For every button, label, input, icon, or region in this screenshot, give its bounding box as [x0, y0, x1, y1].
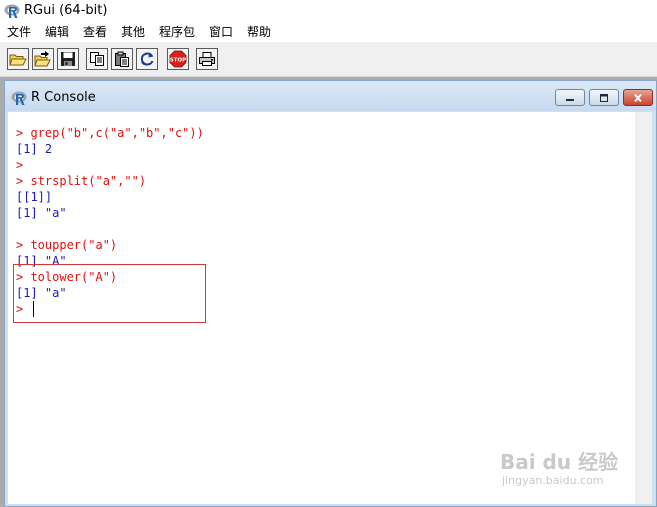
- menu-file[interactable]: 文件: [7, 24, 31, 40]
- r-logo-icon: [11, 91, 27, 105]
- refresh-icon: [140, 52, 154, 66]
- menu-help[interactable]: 帮助: [247, 24, 271, 40]
- open-script-button[interactable]: [7, 48, 29, 70]
- open-folder-icon: [9, 54, 27, 66]
- printer-icon: [199, 52, 215, 66]
- save-workspace-button[interactable]: [57, 48, 79, 70]
- console-title: R Console: [31, 90, 96, 105]
- menu-edit[interactable]: 编辑: [45, 24, 69, 40]
- console-line: > grep("b",c("a","b","c")): [16, 126, 204, 140]
- highlight-annotation-box: [13, 264, 206, 323]
- console-line: [1] 2: [16, 142, 53, 156]
- console-line: [[1]]: [16, 190, 53, 204]
- print-button[interactable]: [196, 48, 218, 70]
- menu-windows[interactable]: 窗口: [209, 24, 233, 40]
- maximize-button[interactable]: [589, 89, 619, 106]
- menu-view[interactable]: 查看: [83, 24, 107, 40]
- copy-icon: [90, 52, 104, 66]
- load-workspace-button[interactable]: [32, 48, 54, 70]
- minimize-button[interactable]: [555, 89, 585, 106]
- toolbar: STOP: [0, 42, 657, 77]
- vertical-scrollbar[interactable]: [635, 112, 652, 504]
- app-titlebar: RGui (64-bit): [0, 0, 657, 22]
- copy-paste-button[interactable]: [136, 48, 158, 70]
- load-workspace-icon: [34, 51, 51, 67]
- close-button[interactable]: [623, 89, 653, 106]
- menu-misc[interactable]: 其他: [121, 24, 145, 40]
- menu-packages[interactable]: 程序包: [159, 24, 195, 40]
- paste-button[interactable]: [111, 48, 133, 70]
- console-titlebar[interactable]: R Console: [5, 81, 656, 111]
- console-line: >: [16, 158, 24, 172]
- minimize-icon: [566, 98, 574, 101]
- watermark-url: jingyan.baidu.com: [502, 474, 604, 487]
- app-title: RGui (64-bit): [24, 3, 108, 18]
- console-line: > strsplit("a",""): [16, 174, 147, 188]
- stop-sign-icon: STOP: [169, 50, 187, 68]
- save-disk-icon: [61, 52, 75, 66]
- r-console-window: R Console > grep("b",c("a","b","c")) [1]…: [4, 80, 657, 507]
- console-line: > toupper("a"): [16, 238, 118, 252]
- close-icon: [634, 93, 642, 102]
- console-line: [1] "a": [16, 206, 67, 220]
- stop-label: STOP: [170, 58, 186, 64]
- stop-button[interactable]: STOP: [167, 48, 189, 70]
- r-logo-icon: [4, 4, 20, 18]
- paste-icon: [115, 51, 129, 67]
- watermark-logo: Bai du 经验: [500, 450, 619, 474]
- watermark: Bai du 经验 jingyan.baidu.com: [500, 446, 625, 492]
- maximize-icon: [600, 93, 608, 102]
- copy-button[interactable]: [86, 48, 108, 70]
- menu-bar: 文件 编辑 查看 其他 程序包 窗口 帮助: [0, 22, 657, 42]
